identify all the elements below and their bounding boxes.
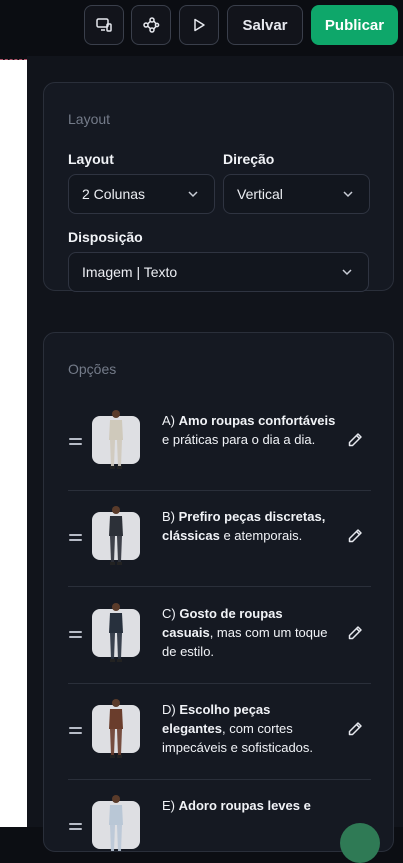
layout-card: Layout Layout 2 Colunas Direção Vertical… [43,82,394,292]
option-prefix: B) [162,509,179,524]
drag-handle-icon[interactable] [69,534,82,544]
layout-card-title: Layout [68,111,111,127]
publish-button[interactable]: Publicar [311,5,398,45]
direction-field-label: Direção [223,151,275,167]
chevron-down-icon [188,191,198,198]
option-prefix: A) [162,413,179,428]
option-image [92,506,140,565]
option-item[interactable]: A) Amo roupas confortáveis e práticas pa… [44,395,393,491]
drag-handle-icon[interactable] [69,727,82,737]
option-text: E) Adoro roupas leves e [162,796,337,815]
play-icon[interactable] [179,5,219,45]
pencil-icon[interactable] [346,720,366,740]
disposition-field-label: Disposição [68,229,143,245]
options-card: Opções A) Amo roupas confortáveis e prát… [43,332,394,852]
top-toolbar: Salvar Publicar [0,0,403,56]
direction-select-value: Vertical [237,186,283,202]
disposition-select-value: Imagem | Texto [82,264,178,280]
save-button[interactable]: Salvar [227,5,303,45]
pencil-icon[interactable] [346,431,366,451]
option-text: B) Prefiro peças discretas, clássicas e … [162,507,337,545]
option-text: C) Gosto de roupas casuais, mas com um t… [162,604,337,661]
option-divider [68,586,371,587]
drag-handle-icon[interactable] [69,438,82,448]
pencil-icon[interactable] [346,527,366,547]
option-text: A) Amo roupas confortáveis e práticas pa… [162,411,337,449]
chevron-down-icon [343,191,353,198]
floating-action-button[interactable] [340,823,380,863]
option-bold-text: Adoro roupas leves e [178,798,311,813]
flow-icon[interactable] [131,5,171,45]
drag-handle-icon[interactable] [69,823,82,833]
option-prefix: C) [162,606,180,621]
layout-select[interactable]: 2 Colunas [68,174,215,214]
pencil-icon[interactable] [346,624,366,644]
option-image [92,603,140,662]
option-item[interactable]: B) Prefiro peças discretas, clássicas e … [44,491,393,587]
option-prefix: E) [162,798,179,813]
option-item[interactable]: D) Escolho peças elegantes, com cortes i… [44,684,393,780]
properties-panel: Layout Layout 2 Colunas Direção Vertical… [27,56,403,852]
chevron-down-icon [342,269,352,276]
option-prefix: D) [162,702,180,717]
drag-handle-icon[interactable] [69,631,82,641]
option-image [92,699,140,758]
option-rest-text: e atemporais. [219,528,303,543]
layout-field-label: Layout [68,151,114,167]
option-text: D) Escolho peças elegantes, com cortes i… [162,700,337,757]
device-preview-icon[interactable] [84,5,124,45]
layout-select-value: 2 Colunas [82,186,146,202]
option-bold-text: Amo roupas confortáveis [178,413,336,428]
option-rest-text: e práticas para o dia a dia. [162,432,316,447]
option-image [92,410,140,469]
direction-select[interactable]: Vertical [223,174,370,214]
options-card-title: Opções [68,361,117,377]
disposition-select[interactable]: Imagem | Texto [68,252,369,292]
option-item[interactable]: C) Gosto de roupas casuais, mas com um t… [44,588,393,684]
option-image [92,795,140,851]
canvas-preview-area [0,60,27,827]
